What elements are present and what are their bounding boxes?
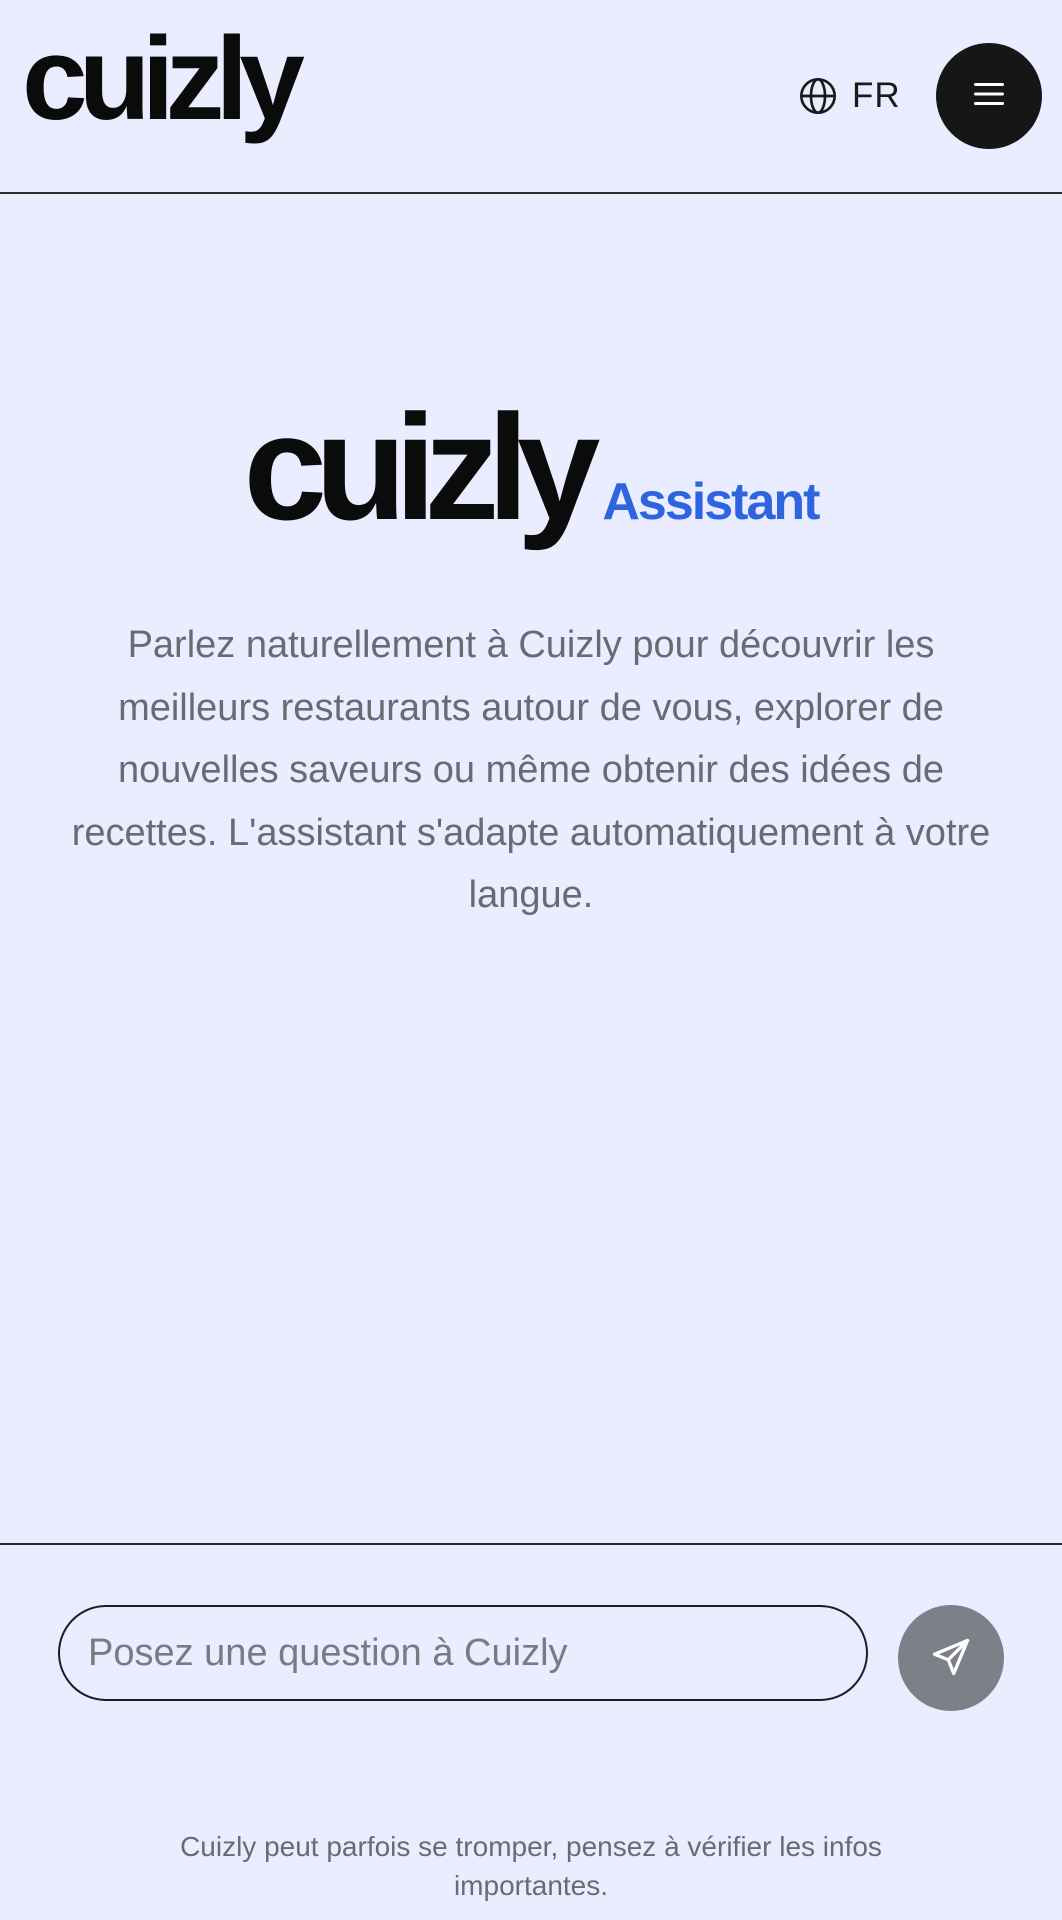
- question-input[interactable]: [58, 1605, 868, 1701]
- chat-composer: Cuizly peut parfois se tromper, pensez à…: [0, 1543, 1062, 1920]
- assistant-page: cuizly FR cuizly Assistant Parlez nature…: [0, 0, 1062, 1920]
- send-paper-plane-icon: [929, 1635, 973, 1682]
- hero-description: Parlez naturellement à Cuizly pour décou…: [71, 624, 991, 916]
- menu-button[interactable]: [936, 43, 1042, 149]
- hero-brand-text: cuizly: [243, 383, 601, 551]
- language-switcher[interactable]: FR: [798, 72, 901, 120]
- disclaimer-text: Cuizly peut parfois se tromper, pensez à…: [180, 1831, 882, 1901]
- hero-assistant-text: Assistant: [602, 473, 820, 531]
- assistant-logo: cuizly Assistant: [0, 392, 1062, 542]
- cuizly-logo[interactable]: cuizly: [22, 20, 305, 138]
- send-button[interactable]: [898, 1605, 1004, 1711]
- language-label: FR: [852, 76, 901, 115]
- top-bar: cuizly FR: [0, 0, 1062, 194]
- hamburger-menu-icon: [972, 81, 1006, 111]
- globe-icon: [798, 76, 838, 116]
